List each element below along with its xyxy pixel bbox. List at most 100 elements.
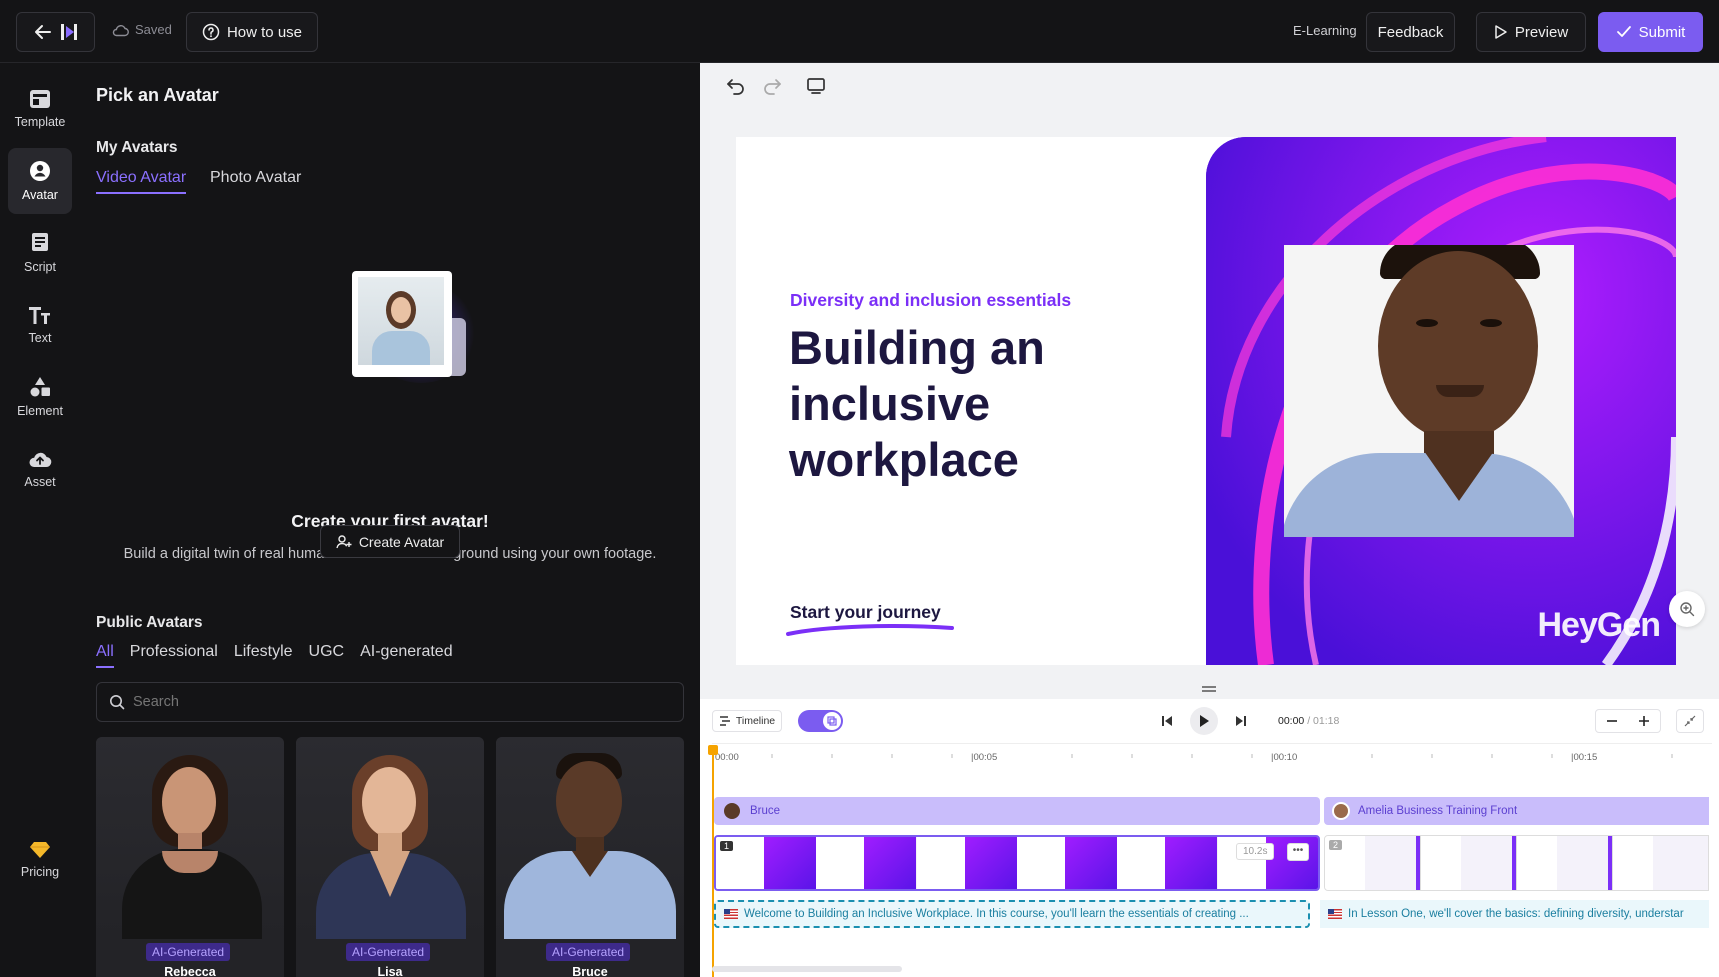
- text-icon: [28, 305, 52, 325]
- fullscreen-timeline-button[interactable]: [1676, 709, 1704, 733]
- monitor-icon: [806, 77, 826, 95]
- zoom-out-button[interactable]: [1606, 715, 1618, 727]
- script-segment-first[interactable]: Welcome to Building an Inclusive Workpla…: [714, 900, 1310, 928]
- how-to-use-button[interactable]: How to use: [186, 12, 318, 52]
- left-nav: Template Avatar Script Text Element Asse…: [0, 63, 80, 977]
- canvas-area: Diversity and inclusion essentials Build…: [700, 63, 1719, 699]
- time-current: 00:00: [1278, 715, 1305, 727]
- zoom-in-button[interactable]: [1638, 715, 1650, 727]
- timeline-mode-button[interactable]: Timeline: [712, 710, 782, 732]
- redo-button[interactable]: [762, 77, 782, 95]
- avatar-track-bruce[interactable]: Bruce: [714, 797, 1320, 825]
- nav-item-text[interactable]: Text: [8, 293, 72, 357]
- heygen-logo-icon: [60, 22, 78, 42]
- nav-item-template[interactable]: Template: [8, 77, 72, 141]
- create-avatar-button-box[interactable]: Create Avatar: [320, 525, 460, 558]
- bruce-name: Bruce: [572, 965, 608, 977]
- rebecca-name: Rebecca: [164, 965, 216, 977]
- zoom-fit-button[interactable]: [1669, 591, 1705, 627]
- avatar-card-rebecca[interactable]: AI-Generated Rebecca: [96, 737, 284, 977]
- illustration-photo-card: [352, 271, 452, 377]
- time-readout: 00:00 / 01:18: [1278, 715, 1339, 727]
- avatar-card-bruce[interactable]: AI-Generated Bruce: [496, 737, 684, 977]
- tab-all[interactable]: All: [96, 643, 114, 668]
- lisa-portrait: [296, 737, 484, 939]
- scene-strip-1[interactable]: 1 10.2s •••: [714, 835, 1320, 891]
- nav-item-asset[interactable]: Asset: [8, 437, 72, 501]
- resize-handle[interactable]: [1201, 685, 1217, 693]
- scene-1-duration: 10.2s: [1236, 843, 1275, 860]
- diamond-icon: [29, 841, 51, 859]
- script-segment-second[interactable]: In Lesson One, we'll cover the basics: d…: [1320, 900, 1709, 928]
- play-outline-icon: [1494, 24, 1508, 40]
- bruce-badge: AI-Generated: [546, 943, 631, 961]
- nav-item-pricing[interactable]: Pricing: [8, 828, 72, 892]
- slide-subtitle: Diversity and inclusion essentials: [790, 290, 1072, 310]
- submit-button[interactable]: Submit: [1598, 12, 1703, 52]
- play-button[interactable]: [1190, 707, 1218, 735]
- zoom-controls: [1595, 709, 1661, 733]
- undo-button[interactable]: [726, 77, 746, 95]
- public-avatars-heading: Public Avatars: [96, 614, 203, 631]
- nav-item-script[interactable]: Script: [8, 221, 72, 285]
- slide-title: Building an inclusive workplace: [789, 320, 1045, 488]
- feedback-button[interactable]: Feedback: [1366, 12, 1455, 52]
- top-bar: Saved How to use E-Learning Feedback Pre…: [0, 0, 1719, 63]
- empty-state-illustration: [326, 263, 486, 403]
- bruce-portrait: [496, 737, 684, 939]
- tab-ai-generated[interactable]: AI-generated: [360, 643, 453, 668]
- track-amelia-label: Amelia Business Training Front: [1358, 805, 1518, 817]
- nav-item-element[interactable]: Element: [8, 365, 72, 429]
- nav-label-asset: Asset: [24, 475, 56, 489]
- illustration-person-image: [358, 277, 444, 365]
- us-flag-icon-2: [1328, 909, 1342, 919]
- avatar-panel: Pick an Avatar My Avatars Video Avatar P…: [80, 63, 700, 977]
- slide-cta-underline: [786, 622, 956, 638]
- redo-icon: [762, 77, 782, 95]
- tab-ugc[interactable]: UGC: [309, 643, 345, 668]
- tab-lifestyle[interactable]: Lifestyle: [234, 643, 293, 668]
- back-button[interactable]: [16, 12, 95, 52]
- avatar-icon: [29, 160, 51, 182]
- time-total: / 01:18: [1307, 715, 1340, 727]
- skip-forward-button[interactable]: [1234, 714, 1248, 728]
- play-icon: [1198, 714, 1210, 728]
- search-input[interactable]: [133, 694, 653, 710]
- add-user-icon: [336, 534, 352, 550]
- time-ruler: 00:00 |00:05 |00:10 |00:15: [712, 743, 1712, 767]
- slide-preview[interactable]: Diversity and inclusion essentials Build…: [736, 137, 1676, 665]
- slide-cta: Start your journey: [790, 602, 941, 622]
- layers-icon: [827, 716, 837, 726]
- search-box[interactable]: [96, 682, 684, 722]
- tab-photo-avatar[interactable]: Photo Avatar: [210, 169, 301, 187]
- rebecca-portrait: [96, 737, 284, 939]
- toggle-knob: [823, 712, 841, 730]
- timeline-mode-label: Timeline: [735, 715, 776, 727]
- bruce-avatar-thumb: [724, 803, 740, 819]
- arrow-left-icon: [33, 22, 53, 42]
- scene-2-index: 2: [1329, 840, 1343, 850]
- slide-title-line-3: workplace: [789, 433, 1019, 486]
- timeline-toggle[interactable]: [798, 710, 843, 732]
- nav-item-avatar[interactable]: Avatar: [8, 148, 72, 214]
- how-to-use-label: How to use: [226, 23, 303, 41]
- timeline-scrollbar[interactable]: [712, 966, 902, 972]
- avatar-card-lisa[interactable]: AI-Generated Lisa: [296, 737, 484, 977]
- create-avatar-label: Create Avatar: [358, 533, 445, 550]
- tab-video-avatar[interactable]: Video Avatar: [96, 169, 187, 194]
- saved-label: Saved: [135, 22, 172, 37]
- nav-label-script: Script: [24, 260, 56, 274]
- check-icon: [1616, 25, 1632, 39]
- nav-label-avatar: Avatar: [22, 188, 58, 202]
- tab-professional[interactable]: Professional: [130, 643, 218, 668]
- scene-strip-2[interactable]: 2: [1324, 835, 1709, 891]
- collapse-icon: [1684, 715, 1696, 727]
- amelia-avatar-thumb: [1332, 802, 1350, 820]
- search-icon: [109, 694, 125, 710]
- monitor-button[interactable]: [806, 77, 826, 95]
- public-tabs: All Professional Lifestyle UGC AI-genera…: [96, 643, 453, 668]
- avatar-track-amelia[interactable]: Amelia Business Training Front: [1324, 797, 1709, 825]
- preview-button[interactable]: Preview: [1476, 12, 1586, 52]
- skip-back-button[interactable]: [1160, 714, 1174, 728]
- scene-1-more-button[interactable]: •••: [1287, 843, 1309, 861]
